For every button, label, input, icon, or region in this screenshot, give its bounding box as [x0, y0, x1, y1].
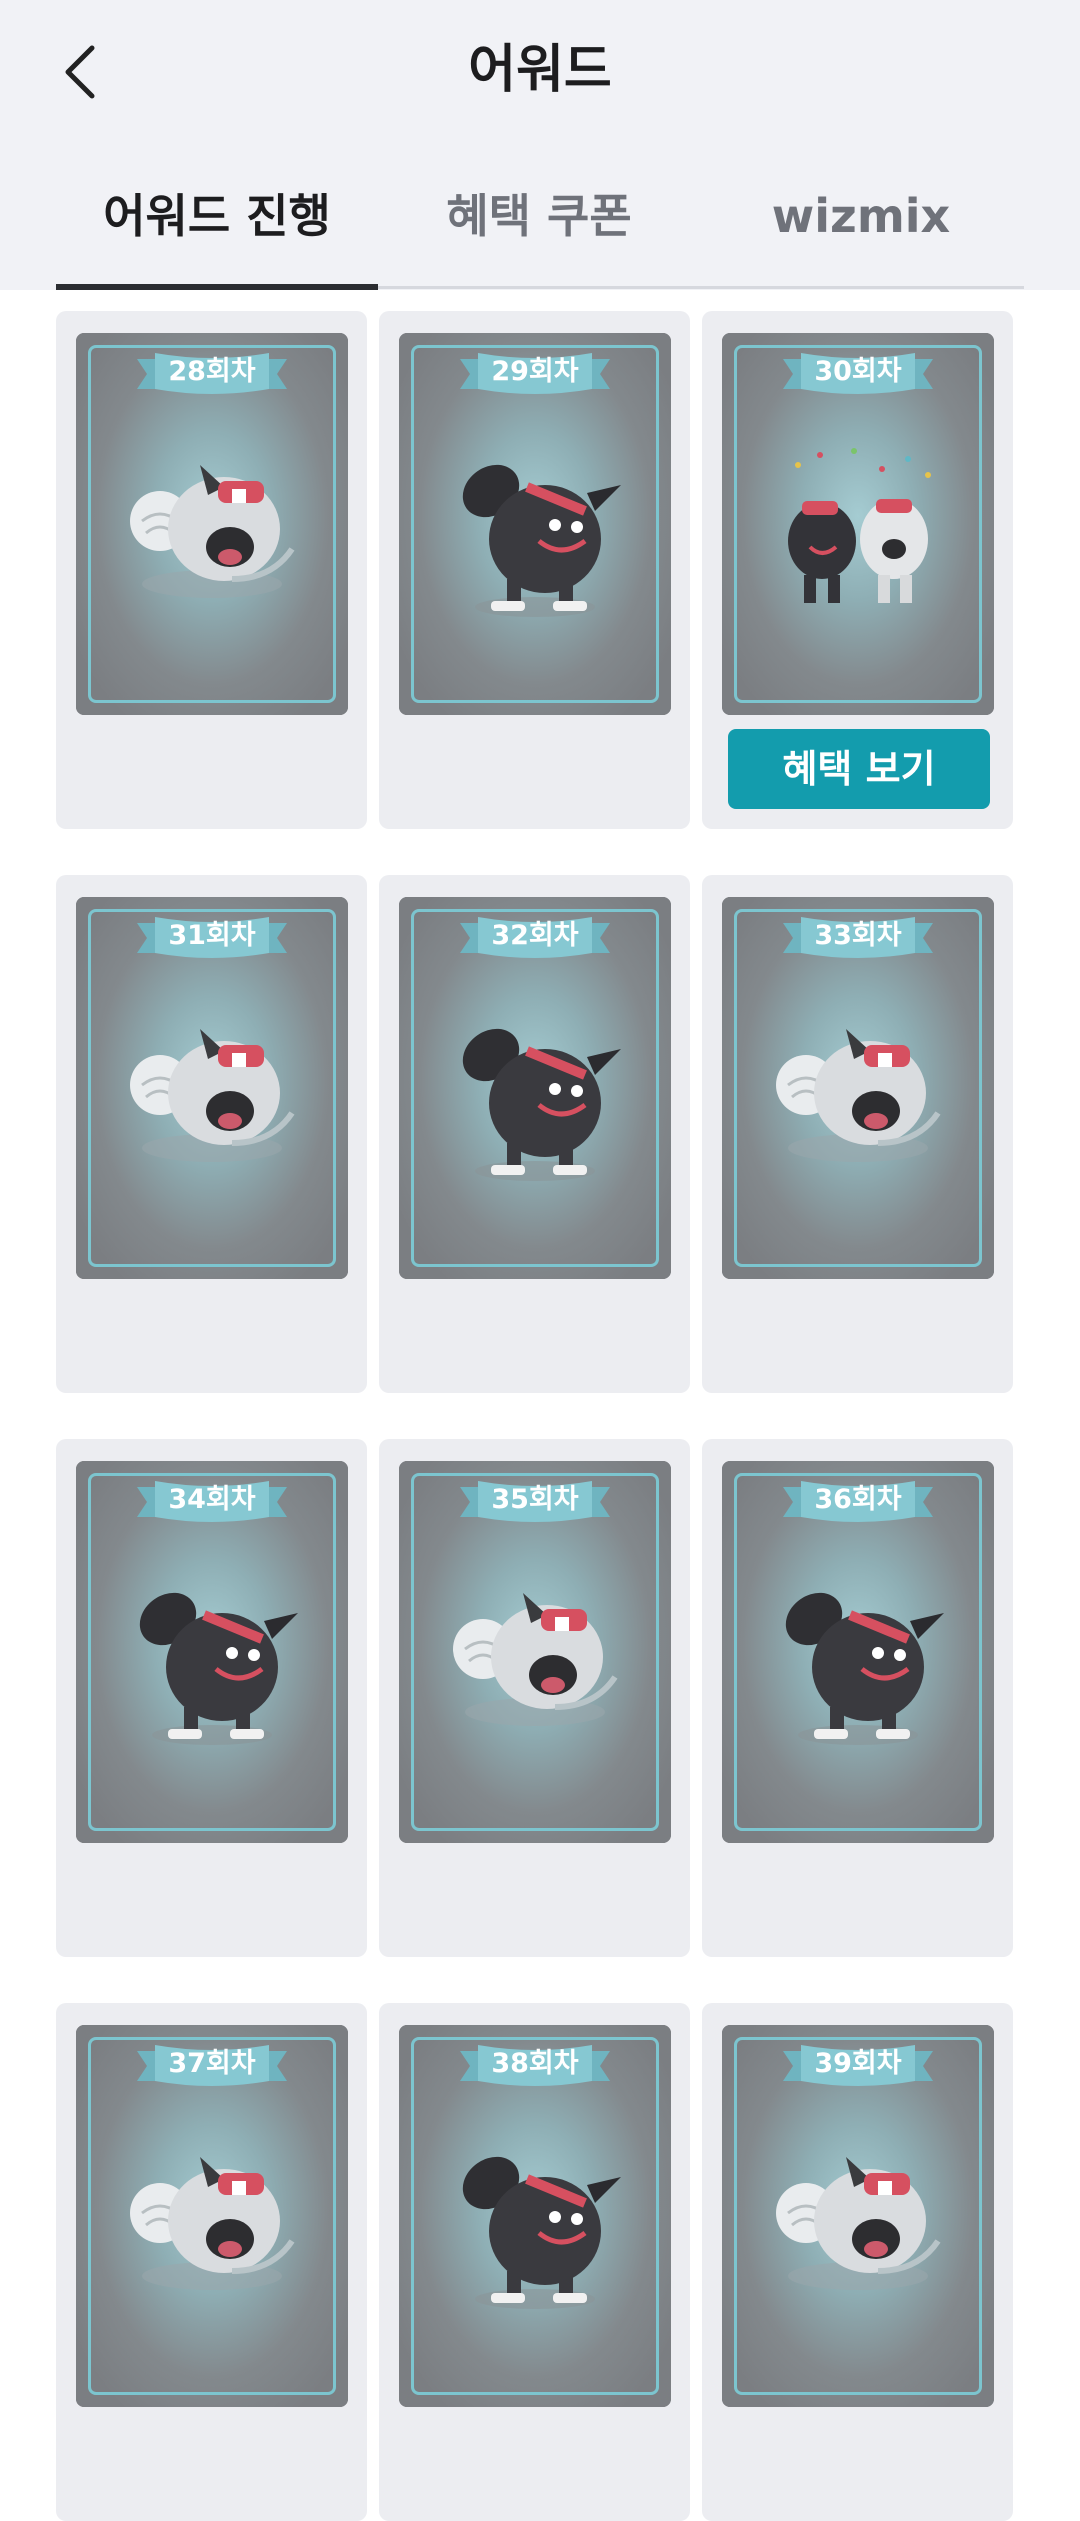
black-mascot-icon	[435, 993, 635, 1193]
round-banner: 29회차	[460, 349, 610, 395]
award-card[interactable]: 30회차	[722, 333, 994, 715]
award-card[interactable]: 29회차	[399, 333, 671, 715]
award-cell: 30회차혜택 보기	[702, 311, 1013, 829]
round-label: 31회차	[168, 920, 256, 951]
white-mascot-icon	[435, 1557, 635, 1757]
round-label: 39회차	[814, 2048, 902, 2079]
white-mascot-icon	[112, 429, 312, 629]
black-mascot-icon	[758, 1557, 958, 1757]
award-card[interactable]: 34회차	[76, 1461, 348, 1843]
round-banner: 31회차	[137, 913, 287, 959]
black-mascot-icon	[112, 1557, 312, 1757]
round-label: 38회차	[491, 2048, 579, 2079]
black-mascot-icon	[435, 429, 635, 629]
round-banner: 32회차	[460, 913, 610, 959]
award-cell: 31회차	[56, 875, 367, 1393]
white-mascot-icon	[758, 993, 958, 1193]
award-cell: 32회차	[379, 875, 690, 1393]
award-card[interactable]: 32회차	[399, 897, 671, 1279]
award-card[interactable]: 28회차	[76, 333, 348, 715]
round-label: 32회차	[491, 920, 579, 951]
award-card[interactable]: 39회차	[722, 2025, 994, 2407]
round-label: 28회차	[168, 356, 256, 387]
round-label: 33회차	[814, 920, 902, 951]
tab-award-progress[interactable]: 어워드 진행	[56, 170, 378, 286]
round-label: 34회차	[168, 1484, 256, 1515]
white-mascot-icon	[112, 2121, 312, 2321]
award-cell: 39회차	[702, 2003, 1013, 2521]
page-title: 어워드	[468, 40, 612, 100]
round-banner: 30회차	[783, 349, 933, 395]
top-bar: 어워드 어워드 진행 혜택 쿠폰 wizmix	[0, 0, 1080, 290]
tab-wizmix[interactable]: wizmix	[700, 170, 1022, 286]
award-card[interactable]: 37회차	[76, 2025, 348, 2407]
award-card[interactable]: 38회차	[399, 2025, 671, 2407]
round-label: 36회차	[814, 1484, 902, 1515]
award-cell: 29회차	[379, 311, 690, 829]
round-banner: 34회차	[137, 1477, 287, 1523]
round-label: 29회차	[491, 356, 579, 387]
duo-mascot-icon	[758, 429, 958, 629]
award-cell: 37회차	[56, 2003, 367, 2521]
active-tab-indicator	[56, 284, 378, 290]
round-banner: 28회차	[137, 349, 287, 395]
round-banner: 38회차	[460, 2041, 610, 2087]
round-label: 35회차	[491, 1484, 579, 1515]
award-cell: 34회차	[56, 1439, 367, 1957]
black-mascot-icon	[435, 2121, 635, 2321]
award-card[interactable]: 35회차	[399, 1461, 671, 1843]
round-banner: 33회차	[783, 913, 933, 959]
tab-benefit-coupon[interactable]: 혜택 쿠폰	[378, 170, 700, 286]
award-card[interactable]: 36회차	[722, 1461, 994, 1843]
white-mascot-icon	[758, 2121, 958, 2321]
round-banner: 37회차	[137, 2041, 287, 2087]
award-cell: 38회차	[379, 2003, 690, 2521]
white-mascot-icon	[112, 993, 312, 1193]
round-banner: 36회차	[783, 1477, 933, 1523]
award-cell: 33회차	[702, 875, 1013, 1393]
round-label: 30회차	[814, 356, 902, 387]
round-label: 37회차	[168, 2048, 256, 2079]
award-cell: 28회차	[56, 311, 367, 829]
award-card[interactable]: 33회차	[722, 897, 994, 1279]
round-banner: 39회차	[783, 2041, 933, 2087]
round-banner: 35회차	[460, 1477, 610, 1523]
view-benefit-button[interactable]: 혜택 보기	[728, 729, 990, 809]
award-cell: 36회차	[702, 1439, 1013, 1957]
award-card[interactable]: 31회차	[76, 897, 348, 1279]
tab-bar: 어워드 진행 혜택 쿠폰 wizmix	[56, 170, 1024, 290]
award-cell: 35회차	[379, 1439, 690, 1957]
